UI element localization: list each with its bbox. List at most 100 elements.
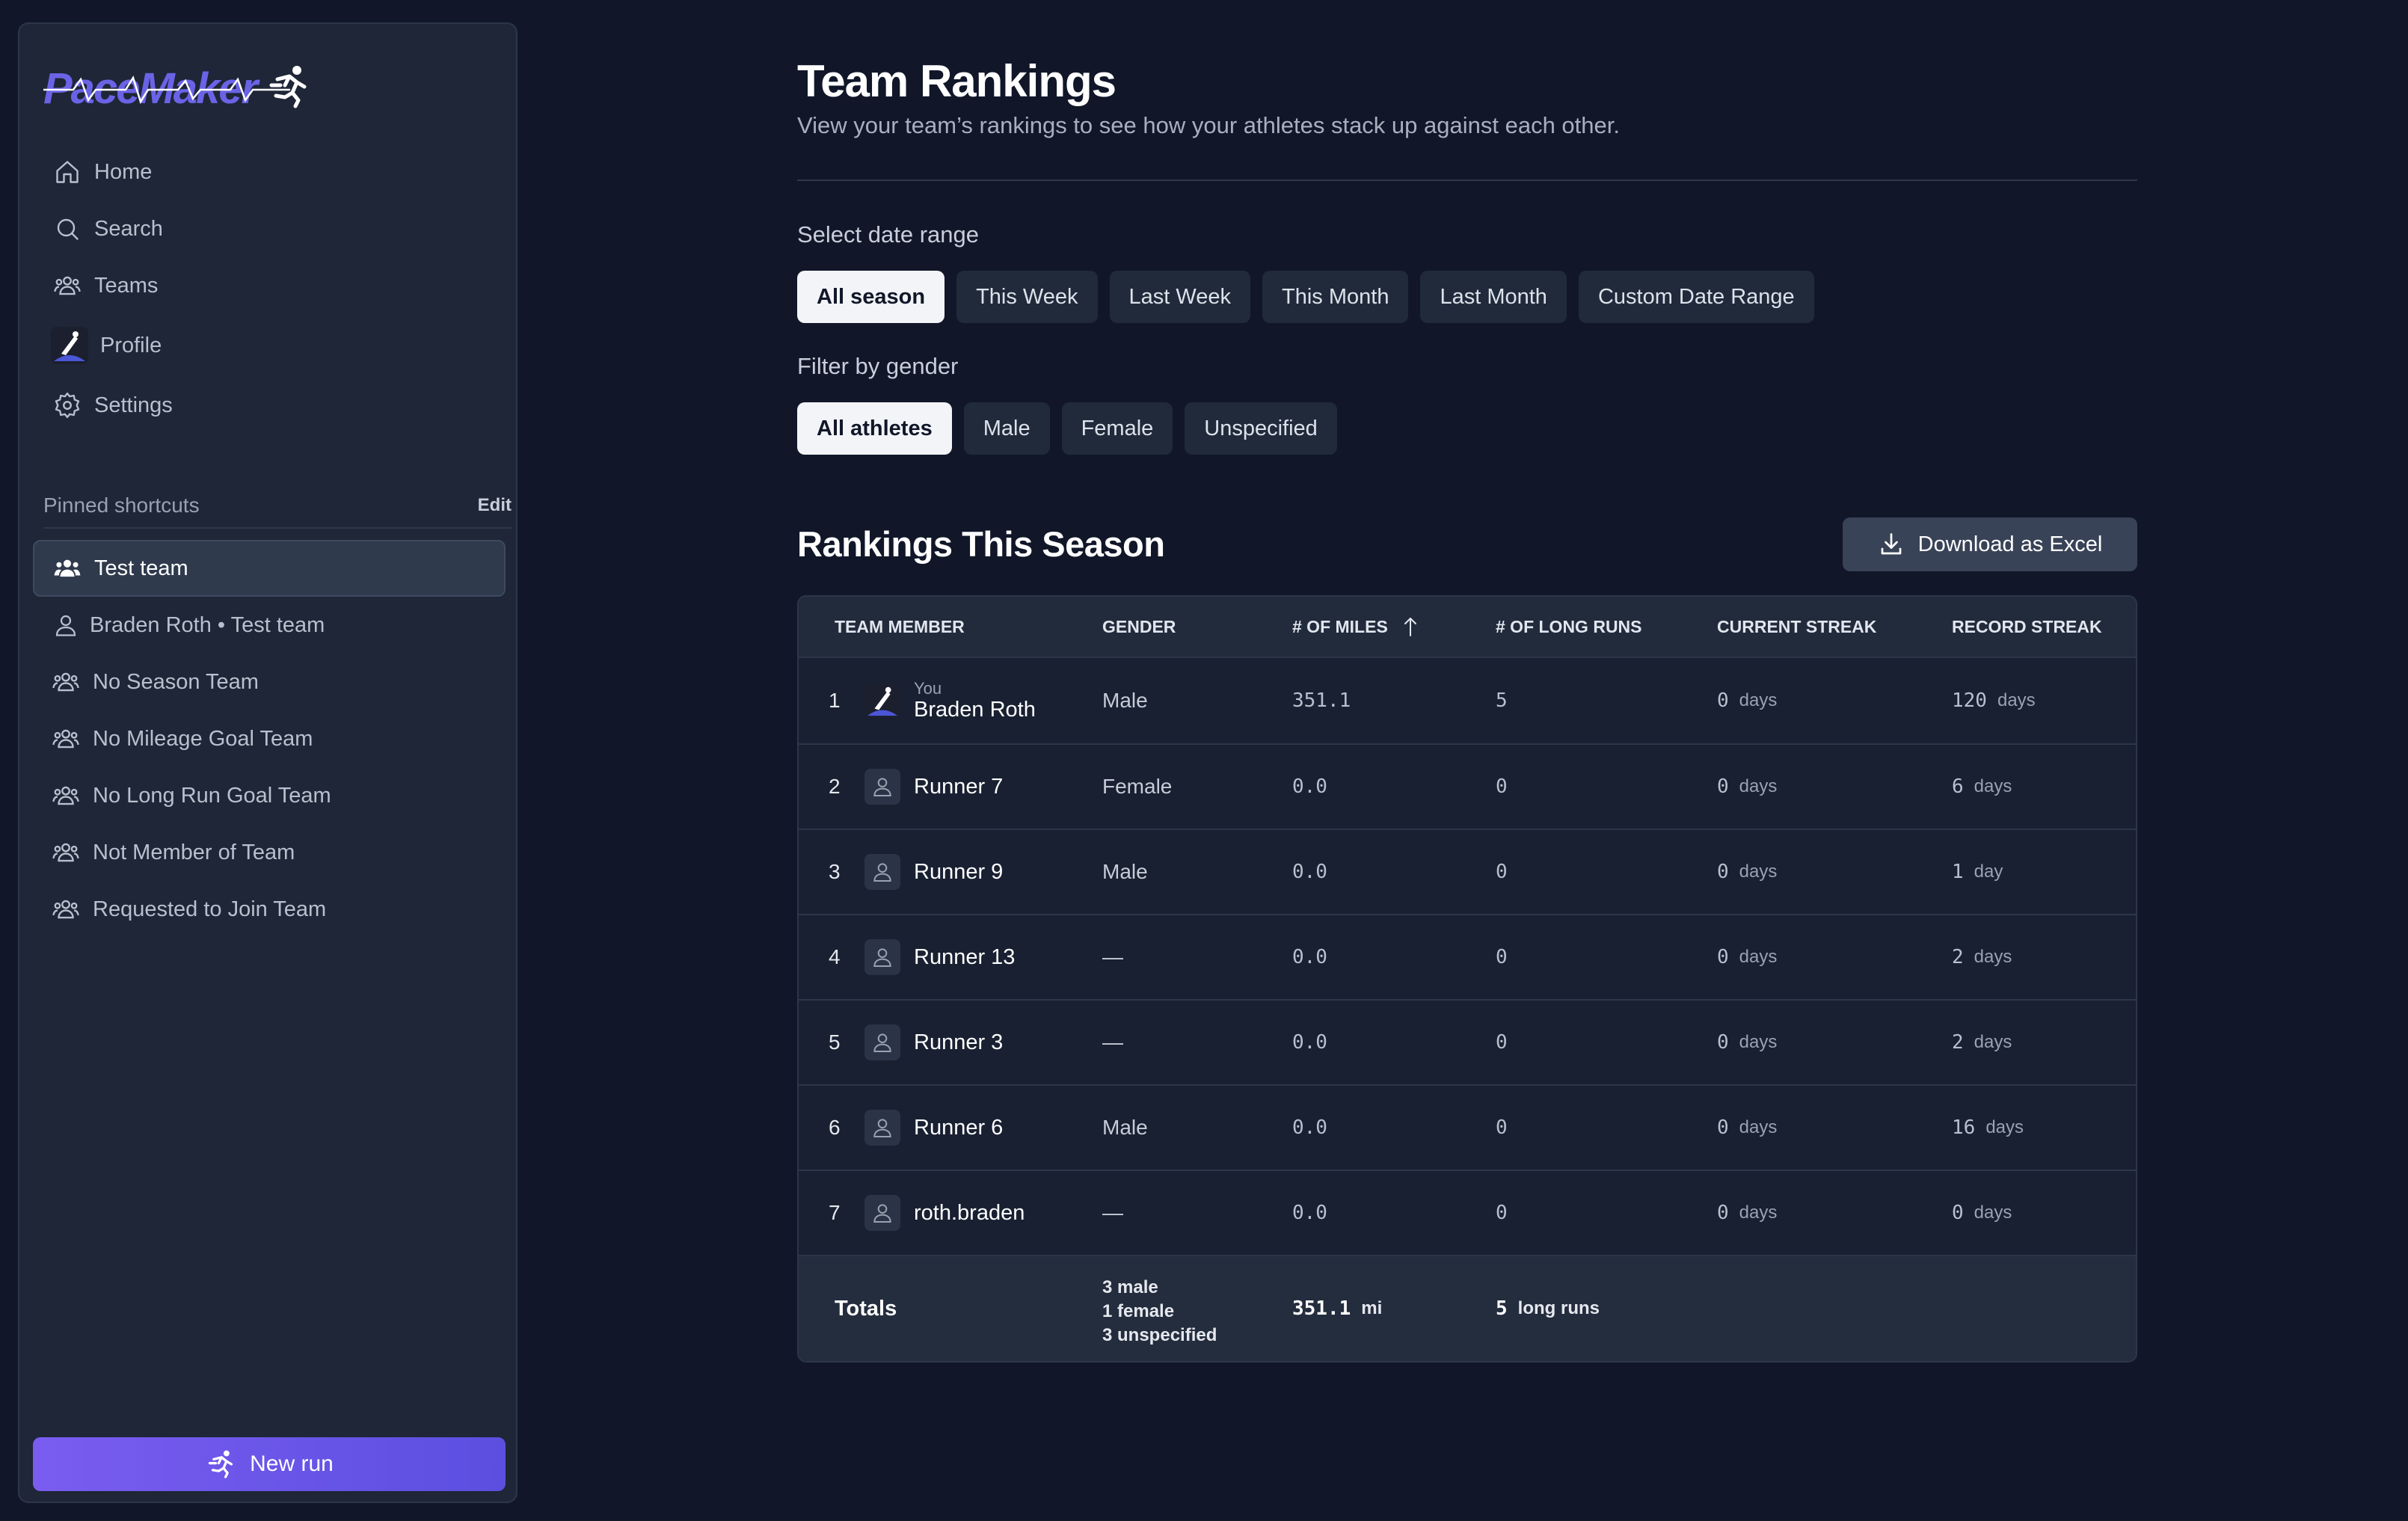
gender-filter-unspecified[interactable]: Unspecified: [1185, 402, 1337, 455]
nav-item-search[interactable]: Search: [34, 200, 506, 257]
record-streak-cell: 2 days: [1952, 915, 2012, 999]
totals-gender-female: 1 female: [1102, 1301, 1175, 1321]
record-streak-cell: 1 day: [1952, 830, 2003, 914]
date-range-this-month[interactable]: This Month: [1262, 271, 1409, 323]
pinned-item-label: No Season Team: [93, 669, 259, 694]
team-member-cell: Runner 3: [864, 1001, 1003, 1084]
totals-gender-unspecified: 3 unspecified: [1102, 1325, 1217, 1345]
table-row[interactable]: 2 Runner 7 Female 0.0 0 0 days 6 days: [799, 743, 2136, 829]
pinned-item-label: Not Member of Team: [93, 840, 295, 864]
record-streak-unit: day: [1974, 861, 2003, 882]
record-streak-cell: 6 days: [1952, 745, 2012, 829]
current-streak-value: 0: [1717, 861, 1729, 883]
team-member-cell: Runner 13: [864, 915, 1015, 999]
users-icon: [49, 893, 82, 926]
record-streak-unit: days: [1974, 1032, 2012, 1052]
record-streak-cell: 120 days: [1952, 658, 2036, 743]
team-member-cell: Runner 6: [864, 1086, 1003, 1170]
record-streak-value: 2: [1952, 1031, 1964, 1054]
column-header-record-streak[interactable]: RECORD STREAK: [1952, 597, 2102, 657]
column-header-gender[interactable]: GENDER: [1102, 597, 1176, 657]
edit-pinned-button[interactable]: Edit: [478, 495, 512, 516]
nav-item-label: Search: [94, 216, 163, 241]
current-streak-cell: 0 days: [1717, 658, 1777, 743]
table-row[interactable]: 6 Runner 6 Male 0.0 0 0 days 16 days: [799, 1084, 2136, 1170]
current-streak-cell: 0 days: [1717, 830, 1777, 914]
gender-cell: Male: [1102, 1116, 1148, 1139]
user-icon: [864, 1024, 900, 1060]
team-member-cell: Runner 9: [864, 830, 1003, 914]
nav-item-label: Home: [94, 159, 153, 184]
record-streak-unit: days: [1974, 1202, 2012, 1223]
heartbeat-line-icon: [43, 76, 290, 104]
gender-filter-all[interactable]: All athletes: [797, 402, 952, 455]
date-range-last-month[interactable]: Last Month: [1420, 271, 1567, 323]
team-member-cell: roth.braden: [864, 1171, 1025, 1255]
new-run-button[interactable]: New run: [33, 1437, 506, 1491]
long-runs-cell: 5: [1496, 689, 1508, 712]
pinned-item-requested-to-join-team[interactable]: Requested to Join Team: [33, 881, 506, 938]
long-runs-cell: 0: [1496, 1031, 1508, 1054]
users-icon: [49, 722, 82, 755]
column-header-current-streak[interactable]: CURRENT STREAK: [1717, 597, 1876, 657]
nav-item-home[interactable]: Home: [34, 144, 506, 200]
avatar: [51, 327, 88, 364]
totals-long-runs: 5 long runs: [1496, 1256, 1600, 1361]
pinned-shortcuts-header: Pinned shortcuts Edit: [43, 484, 512, 529]
runner-icon: [205, 1448, 236, 1480]
pinned-item-label: Test team: [94, 556, 188, 580]
long-runs-cell: 0: [1496, 946, 1508, 968]
pinned-item-no-long-run-goal-team[interactable]: No Long Run Goal Team: [33, 767, 506, 824]
member-name: roth.braden: [914, 1200, 1025, 1225]
gender-cell: Male: [1102, 860, 1148, 883]
gender-cell: Male: [1102, 689, 1148, 712]
nav-item-profile[interactable]: Profile: [34, 314, 506, 377]
column-header-miles[interactable]: # OF MILES: [1292, 597, 1419, 657]
rank-number: 4: [829, 945, 841, 968]
current-streak-value: 0: [1717, 775, 1729, 798]
gender-filter-male[interactable]: Male: [963, 402, 1050, 455]
nav-item-settings[interactable]: Settings: [34, 377, 506, 434]
user-icon: [864, 769, 900, 805]
current-streak-cell: 0 days: [1717, 745, 1777, 829]
current-streak-unit: days: [1739, 947, 1778, 967]
nav-item-label: Profile: [100, 333, 162, 357]
date-range-last-week[interactable]: Last Week: [1109, 271, 1250, 323]
user-icon: [864, 854, 900, 890]
miles-cell: 0.0: [1292, 1202, 1327, 1224]
date-range-all-season[interactable]: All season: [797, 271, 945, 323]
current-streak-cell: 0 days: [1717, 1001, 1777, 1084]
date-range-this-week[interactable]: This Week: [956, 271, 1098, 323]
table-row[interactable]: 1 You Braden Roth Male 351.1 5 0 days 120…: [799, 657, 2136, 743]
totals-miles-value: 351.1: [1292, 1297, 1351, 1320]
record-streak-value: 2: [1952, 946, 1964, 968]
pinned-item-test-team[interactable]: Test team: [33, 540, 506, 597]
pinned-item-not-member-of-team[interactable]: Not Member of Team: [33, 824, 506, 881]
current-streak-unit: days: [1739, 690, 1778, 710]
date-range-custom[interactable]: Custom Date Range: [1578, 271, 1814, 323]
record-streak-unit: days: [1985, 1117, 2024, 1137]
team-member-cell: You Braden Roth: [864, 658, 1036, 743]
table-row[interactable]: 4 Runner 13 — 0.0 0 0 days 2 days: [799, 914, 2136, 999]
gender-cell: Female: [1102, 775, 1173, 798]
current-streak-cell: 0 days: [1717, 1086, 1777, 1170]
pacemaker-logo[interactable]: PaceMaker: [43, 51, 357, 126]
rank-number: 6: [829, 1116, 841, 1139]
current-streak-unit: days: [1739, 1202, 1778, 1223]
member-name: Runner 6: [914, 1115, 1004, 1140]
pinned-item-no-mileage-goal-team[interactable]: No Mileage Goal Team: [33, 710, 506, 767]
table-row[interactable]: 7 roth.braden — 0.0 0 0 days 0 days: [799, 1170, 2136, 1255]
column-header-long-runs[interactable]: # OF LONG RUNS: [1496, 597, 1642, 657]
table-row[interactable]: 3 Runner 9 Male 0.0 0 0 days 1 day: [799, 829, 2136, 914]
record-streak-value: 6: [1952, 775, 1964, 798]
download-excel-label: Download as Excel: [1917, 532, 2103, 556]
column-header-team-member[interactable]: TEAM MEMBER: [835, 597, 965, 657]
table-row[interactable]: 5 Runner 3 — 0.0 0 0 days 2 days: [799, 999, 2136, 1084]
download-excel-button[interactable]: Download as Excel: [1843, 517, 2137, 571]
pinned-item-braden-roth-test-team[interactable]: Braden Roth • Test team: [33, 597, 506, 654]
page-title: Team Rankings: [797, 56, 1117, 106]
nav-item-teams[interactable]: Teams: [34, 257, 506, 314]
pinned-item-no-season-team[interactable]: No Season Team: [33, 654, 506, 710]
current-streak-cell: 0 days: [1717, 1171, 1777, 1255]
gender-filter-female[interactable]: Female: [1061, 402, 1173, 455]
